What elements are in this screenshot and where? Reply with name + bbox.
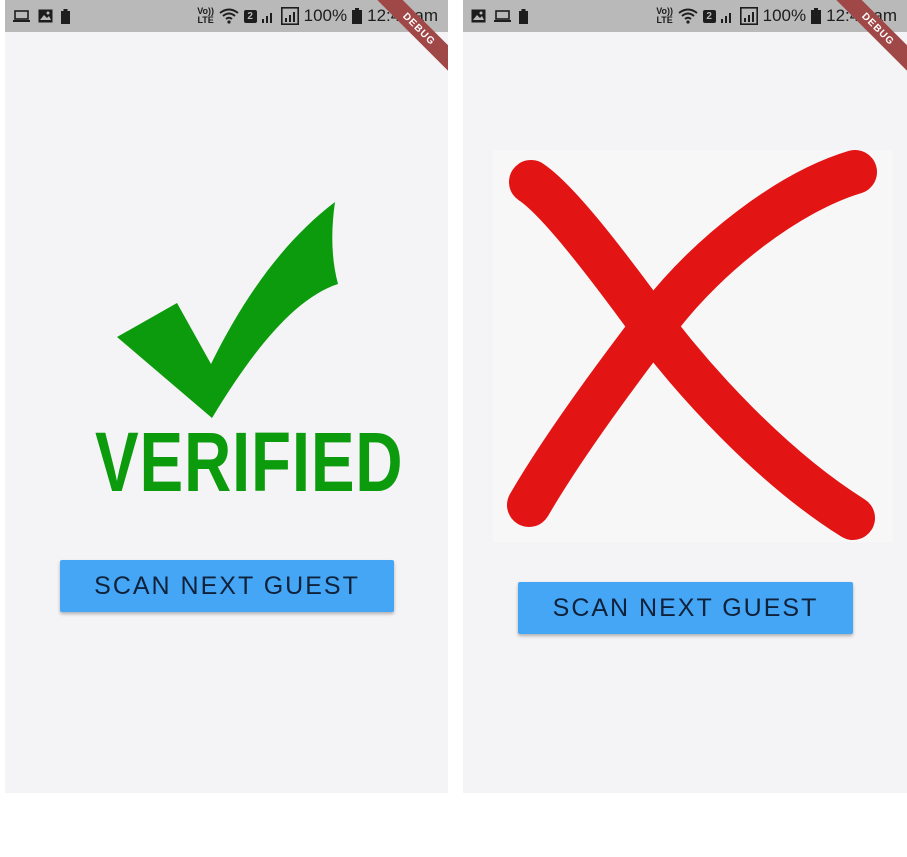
volte-icon: Vo)) LTE <box>197 6 215 25</box>
battery-icon <box>352 8 363 24</box>
red-x-icon <box>493 150 893 542</box>
battery-100-icon <box>519 8 528 24</box>
image-icon <box>38 9 53 23</box>
signal-weak-icon <box>261 9 276 23</box>
wifi-icon <box>219 8 239 24</box>
sim-2-badge: 2 <box>243 9 257 23</box>
signal-strength-icon <box>739 7 758 25</box>
rejected-screen: Vo)) LTE 2 100% 12:44 am DEBUG SCAN NEXT… <box>463 0 907 793</box>
checkmark-icon <box>117 202 338 418</box>
volte-icon: Vo)) LTE <box>656 6 674 25</box>
battery-100-icon <box>61 8 70 24</box>
wifi-icon <box>678 8 698 24</box>
sim-2-badge: 2 <box>702 9 716 23</box>
signal-strength-icon <box>280 7 299 25</box>
battery-percent: 100% <box>762 6 807 25</box>
signal-weak-icon <box>720 9 735 23</box>
verified-label: VERIFIED <box>95 415 404 509</box>
scan-next-guest-button[interactable]: SCAN NEXT GUEST <box>60 560 394 612</box>
laptop-icon <box>13 9 30 23</box>
scan-next-guest-button[interactable]: SCAN NEXT GUEST <box>518 582 853 634</box>
image-icon <box>471 9 486 23</box>
battery-icon <box>811 8 822 24</box>
verified-screen: Vo)) LTE 2 100% 12:44 am DEBUG VERIFIED … <box>5 0 448 793</box>
battery-percent: 100% <box>303 6 348 25</box>
laptop-icon <box>494 9 511 23</box>
